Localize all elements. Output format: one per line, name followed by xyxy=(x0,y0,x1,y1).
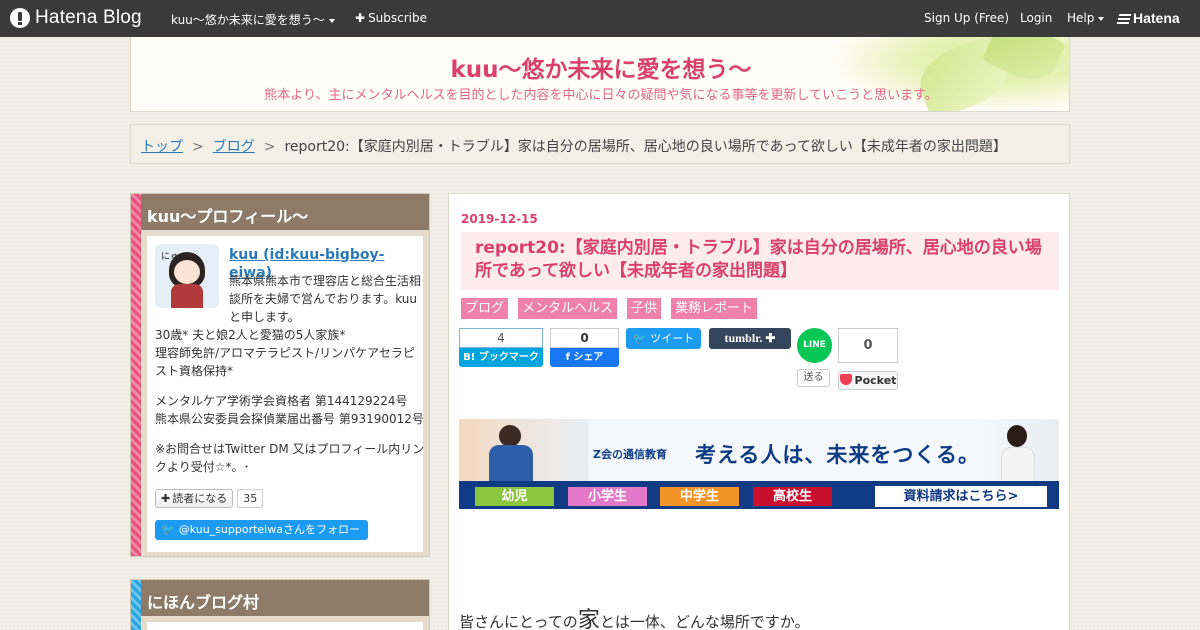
category-tag[interactable]: メンタルヘルス xyxy=(518,298,618,319)
facebook-share-text: シェア xyxy=(573,352,604,363)
breadcrumb-top-link[interactable]: トップ xyxy=(141,139,183,155)
banner-slogan: 考える人は、未来をつくる。 xyxy=(695,443,980,467)
banner-button-high-school[interactable]: 高校生 xyxy=(753,487,832,506)
tweet-button[interactable]: 🐦 ツイート xyxy=(626,328,701,349)
subscribe-label: Subscribe xyxy=(368,11,428,25)
hatena-label: Hatena xyxy=(1133,10,1180,26)
twitter-bird-icon: 🐦 xyxy=(632,332,651,345)
reader-count: 35 xyxy=(237,489,264,508)
banner-photo-woman xyxy=(975,419,1059,483)
pocket-button[interactable]: Pocket xyxy=(838,371,898,390)
blog-title[interactable]: kuu～悠か未来に愛を想う～ xyxy=(131,50,1069,84)
chevron-down-icon xyxy=(328,18,335,23)
facebook-share-button[interactable]: 0 f シェア xyxy=(550,328,619,367)
twitter-bird-icon: 🐦 xyxy=(161,523,175,536)
banner-brand: Z会の通信教育 xyxy=(593,448,667,461)
blog-menu-label: kuu～悠か未来に愛を想う～ xyxy=(171,13,325,27)
pocket-label: Pocket xyxy=(854,374,897,387)
breadcrumb: トップ > ブログ > report20:【家庭内別居・トラブル】家は自分の居場所、居心… xyxy=(130,124,1070,164)
twitter-follow-button[interactable]: 🐦 @kuu_supporteiwaさんをフォロー xyxy=(155,520,368,540)
ad-banner[interactable]: Z会の通信教育 考える人は、未来をつくる。 幼児 小学生 中学生 高校生 資料請… xyxy=(459,419,1059,509)
hatena-link[interactable]: Hatena xyxy=(1116,10,1180,26)
plus-icon: ✚ xyxy=(355,11,366,25)
logo-text: Hatena Blog xyxy=(35,7,142,28)
category-tag[interactable]: 業務レポート xyxy=(671,298,758,319)
become-reader-button[interactable]: ✚ 読者になる xyxy=(155,489,234,508)
breadcrumb-separator: > xyxy=(192,139,204,155)
hatena-blog-icon xyxy=(10,8,30,28)
profile-body: にゅぅ kuu (id:kuu-bigboy-eiwa) 熊本県熊本市で理容店と… xyxy=(147,236,425,552)
breadcrumb-current: report20:【家庭内別居・トラブル】家は自分の居場所、居心地の良い場所であ… xyxy=(284,139,1007,155)
hatena-bookmark-button[interactable]: 4 B! ブックマーク xyxy=(459,328,543,367)
line-send-label: 送る xyxy=(797,369,830,387)
hatena-bookmark-count: 4 xyxy=(459,328,543,348)
profile-qualifications: メンタルケア学術学会資格者 第144129224号 熊本県公安委員会探偵業届出番… xyxy=(155,394,424,426)
pocket-count: 0 xyxy=(838,328,898,363)
banner-photo-family xyxy=(459,419,589,481)
plus-icon: ✚ xyxy=(161,492,171,505)
pink-stripe-decoration xyxy=(131,194,141,556)
facebook-share-count: 0 xyxy=(550,328,619,348)
profile-heading: kuu～プロフィール～ xyxy=(141,194,429,230)
banner-button-preschool[interactable]: 幼児 xyxy=(475,487,554,506)
become-reader-label: 読者になる xyxy=(172,492,228,505)
sidebar: kuu～プロフィール～ にゅぅ kuu (id:kuu-bigboy-eiwa)… xyxy=(130,193,430,630)
breadcrumb-separator: > xyxy=(263,139,276,155)
avatar-caption: にゅぅ xyxy=(161,252,189,262)
blog-header: kuu～悠か未来に愛を想う～ 熊本より、主にメンタルヘルスを目的とした内容を中心… xyxy=(130,37,1070,112)
blog-village-widget: にほんブログ村 xyxy=(130,579,430,630)
post-title[interactable]: report20:【家庭内別居・トラブル】家は自分の居場所、居心地の良い場所であ… xyxy=(461,232,1059,290)
blog-menu[interactable]: kuu～悠か未来に愛を想う～ xyxy=(171,11,335,28)
profile-widget: kuu～プロフィール～ にゅぅ kuu (id:kuu-bigboy-eiwa)… xyxy=(130,193,430,557)
article: 2019-12-15 report20:【家庭内別居・トラブル】家は自分の居場所… xyxy=(448,193,1070,630)
post-date[interactable]: 2019-12-15 xyxy=(461,212,538,226)
hatena-blog-logo[interactable]: Hatena Blog xyxy=(10,7,142,29)
twitter-follow-label: @kuu_supporteiwaさんをフォロー xyxy=(178,523,360,536)
hatena-bookmark-label: B! ブックマーク xyxy=(459,348,543,367)
avatar-body xyxy=(171,284,203,308)
profile-contact-note: ※お問合せはTwitter DM 又はプロフィール内リンクより受付☆*。･ xyxy=(155,442,425,474)
line-share: LINE 送る xyxy=(797,328,832,387)
category-tag[interactable]: 子供 xyxy=(627,298,662,319)
paragraph-emphasis: 家 xyxy=(577,608,600,630)
village-body xyxy=(147,622,423,630)
category-list: ブログ メンタルヘルス 子供 業務レポート xyxy=(461,298,758,319)
paragraph-text-pre: 皆さんにとっての xyxy=(459,613,578,630)
pocket-icon xyxy=(839,374,852,385)
facebook-share-label: f シェア xyxy=(550,348,619,367)
help-menu[interactable]: Help xyxy=(1067,11,1105,25)
banner-button-junior-high[interactable]: 中学生 xyxy=(660,487,739,506)
avatar[interactable]: にゅぅ xyxy=(155,244,219,308)
pocket-share: 0 Pocket xyxy=(838,328,898,390)
subscribe-button[interactable]: ✚ Subscribe xyxy=(355,11,427,25)
global-header: Hatena Blog kuu～悠か未来に愛を想う～ ✚ Subscribe Si… xyxy=(0,0,1200,37)
blog-description: 熊本より、主にメンタルヘルスを目的とした内容を中心に日々の疑問や気になる事等を更… xyxy=(264,88,938,103)
category-tag[interactable]: ブログ xyxy=(461,298,509,319)
breadcrumb-blog-link[interactable]: ブログ xyxy=(213,139,255,155)
line-share-button[interactable]: LINE xyxy=(797,328,832,363)
login-link[interactable]: Login xyxy=(1020,11,1052,25)
village-heading: にほんブログ村 xyxy=(141,580,429,616)
hatena-logo-icon xyxy=(1116,14,1132,24)
banner-button-elementary[interactable]: 小学生 xyxy=(568,487,647,506)
profile-intro: 熊本県熊本市で理容店と総合生活相談所を夫婦で営んでおります。kuuと申します。 xyxy=(229,274,422,324)
profile-family: 30歳* 夫と娘2人と愛猫の5人家族* 理容師免許/アロマテラピスト/リンパケア… xyxy=(155,328,415,378)
tumblr-share-button[interactable]: tumblr. ✚ xyxy=(709,328,791,349)
help-label: Help xyxy=(1067,11,1095,25)
tweet-label: ツイート xyxy=(650,332,695,345)
paragraph-text-post: とは一体、どんな場所ですか。 xyxy=(599,613,810,630)
chevron-down-icon xyxy=(1098,16,1105,21)
blue-stripe-decoration xyxy=(131,580,141,630)
subscribe-reader: ✚ 読者になる 35 xyxy=(155,489,264,508)
article-paragraph: 皆さんにとっての家とは一体、どんな場所ですか。 xyxy=(459,602,810,630)
signup-link[interactable]: Sign Up (Free) xyxy=(924,11,1009,25)
banner-request-button[interactable]: 資料請求はこちら> xyxy=(875,486,1047,507)
